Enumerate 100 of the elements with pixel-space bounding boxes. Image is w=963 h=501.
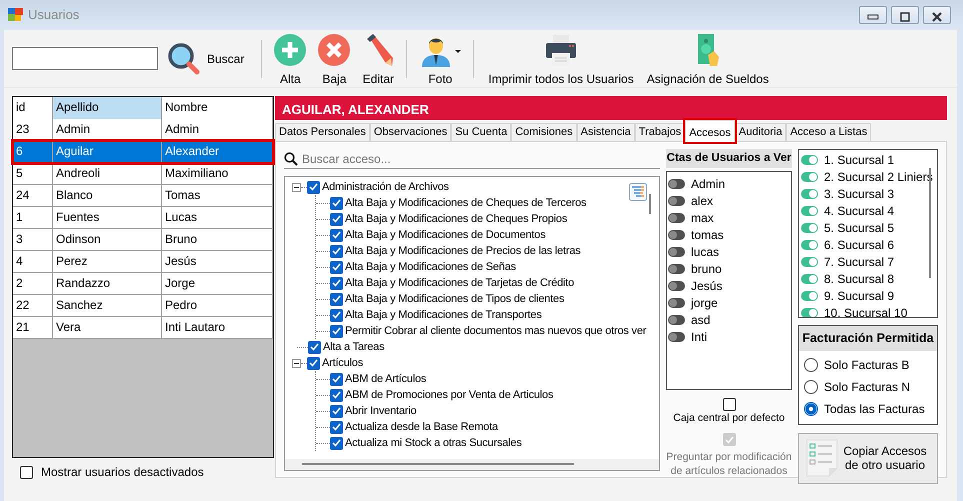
- tree-item[interactable]: Abrir Inventario: [345, 402, 416, 420]
- toggle-switch[interactable]: [668, 178, 685, 189]
- checkbox[interactable]: [308, 340, 321, 354]
- tab[interactable]: Observaciones: [370, 123, 452, 141]
- tree-item[interactable]: Administración de Archivos: [322, 178, 449, 196]
- tab[interactable]: Accesos: [685, 120, 735, 142]
- checkbox[interactable]: [330, 420, 343, 434]
- tab[interactable]: Comisiones: [511, 123, 577, 141]
- table-row[interactable]: 5 Andreoli Maximiliano: [13, 163, 273, 185]
- toggle-switch[interactable]: [668, 246, 685, 257]
- checkbox[interactable]: [722, 398, 736, 412]
- toggle-switch[interactable]: [801, 308, 818, 317]
- access-search-field[interactable]: Buscar acceso...: [302, 150, 642, 168]
- toolbar-button[interactable]: Editar: [356, 32, 400, 86]
- checkbox[interactable]: [20, 466, 33, 478]
- checkbox[interactable]: [330, 388, 343, 402]
- toggle-switch[interactable]: [668, 298, 685, 308]
- toggle-switch[interactable]: [668, 280, 685, 291]
- tree-item[interactable]: Alta Baja y Modificaciones de Tarjetas de Crédito: [345, 274, 574, 292]
- tree-item[interactable]: Artículos: [322, 354, 363, 372]
- table-row[interactable]: 21 Vera Inti Lautaro: [13, 317, 273, 339]
- tree-item[interactable]: ABM de Promociones por Venta de Articulos: [345, 386, 554, 404]
- toolbar-button[interactable]: Imprimir todos los Usuarios: [480, 32, 642, 86]
- toggle-switch[interactable]: [801, 274, 818, 284]
- maximize-button[interactable]: [891, 6, 919, 24]
- radio-button[interactable]: [804, 380, 818, 394]
- tree-item[interactable]: Permitir Cobrar al cliente documentos mas nuevos que otros ver: [345, 322, 646, 340]
- table-row[interactable]: 1 Fuentes Lucas: [13, 207, 273, 229]
- column-header[interactable]: Nombre: [162, 97, 273, 120]
- checkbox[interactable]: [330, 244, 343, 258]
- horizontal-scrollbar[interactable]: [302, 463, 574, 465]
- checkbox[interactable]: [330, 260, 343, 274]
- radio-button[interactable]: [804, 358, 818, 372]
- checkbox[interactable]: [330, 292, 343, 306]
- tree-item[interactable]: ABM de Artículos: [345, 370, 426, 388]
- tree-item[interactable]: Alta a Tareas: [323, 338, 384, 356]
- toggle-switch[interactable]: [668, 332, 685, 342]
- tree-item[interactable]: Alta Baja y Modificaciones de Señas: [345, 258, 516, 276]
- search-button[interactable]: Buscar: [162, 42, 250, 76]
- tab[interactable]: Acceso a Listas: [786, 123, 872, 141]
- tree-item[interactable]: Alta Baja y Modificaciones de Precios de las letras: [345, 242, 581, 260]
- table-row[interactable]: 24 Blanco Tomas: [13, 185, 273, 207]
- radio-button[interactable]: [804, 402, 818, 416]
- collapse-toggle[interactable]: [292, 182, 301, 192]
- checkbox[interactable]: [330, 404, 343, 418]
- checkbox[interactable]: [330, 436, 343, 450]
- toggle-switch[interactable]: [801, 188, 818, 198]
- column-header[interactable]: Apellido: [53, 97, 162, 120]
- toggle-switch[interactable]: [668, 264, 685, 274]
- table-row[interactable]: 6 Aguilar Alexander: [13, 141, 273, 163]
- close-button[interactable]: [923, 6, 951, 24]
- checkbox[interactable]: [330, 228, 343, 242]
- toggle-switch[interactable]: [668, 212, 685, 223]
- tab[interactable]: Asistencia: [576, 123, 635, 141]
- vertical-scrollbar[interactable]: [649, 194, 651, 214]
- tree-item[interactable]: Alta Baja y Modificaciones de Documentos: [345, 226, 546, 244]
- checkbox[interactable]: [330, 308, 343, 322]
- toolbar-button[interactable]: Foto: [413, 32, 468, 86]
- checkbox[interactable]: [330, 324, 343, 338]
- tree-item[interactable]: Alta Baja y Modificaciones de Cheques Propios: [345, 210, 568, 228]
- checkbox[interactable]: [330, 212, 343, 226]
- toggle-switch[interactable]: [801, 206, 818, 216]
- tab[interactable]: Datos Personales: [275, 123, 370, 141]
- vertical-scrollbar[interactable]: [929, 168, 931, 278]
- checkbox[interactable]: [307, 356, 320, 370]
- toggle-switch[interactable]: [801, 256, 818, 266]
- tree-item[interactable]: Actualiza mi Stock a otras Sucursales: [345, 434, 522, 452]
- tree-item[interactable]: Alta Baja y Modificaciones de Transportes: [345, 306, 542, 324]
- toggle-switch[interactable]: [801, 290, 818, 300]
- tree-item[interactable]: Actualiza desde la Base Remota: [345, 418, 498, 436]
- tab[interactable]: Trabajos: [634, 123, 686, 141]
- minimize-button[interactable]: [859, 6, 887, 24]
- toggle-switch[interactable]: [801, 154, 818, 164]
- checkbox[interactable]: [330, 276, 343, 290]
- tree-item[interactable]: Alta Baja y Modificaciones de Tipos de clientes: [345, 290, 564, 308]
- toggle-switch[interactable]: [668, 314, 685, 325]
- copy-access-button[interactable]: Copiar Accesos de otro usuario: [798, 432, 938, 484]
- column-header[interactable]: id: [13, 97, 53, 120]
- table-row[interactable]: 2 Randazzo Jorge: [13, 273, 273, 295]
- table-row[interactable]: 22 Sanchez Pedro: [13, 295, 273, 317]
- toggle-switch[interactable]: [801, 240, 818, 250]
- checkbox[interactable]: [307, 180, 320, 194]
- table-row[interactable]: 4 Perez Jesús: [13, 251, 273, 273]
- toggle-switch[interactable]: [668, 230, 685, 240]
- toolbar-button[interactable]: Baja: [312, 32, 356, 86]
- tree-item[interactable]: Alta Baja y Modificaciones de Cheques de Terceros: [345, 194, 586, 212]
- tab[interactable]: Su Cuenta: [451, 123, 512, 141]
- toolbar-button[interactable]: Alta: [268, 32, 312, 86]
- collapse-toggle[interactable]: [292, 358, 301, 368]
- checkbox[interactable]: [330, 372, 343, 386]
- toolbar-button[interactable]: Asignación de Sueldos: [642, 32, 774, 86]
- checkbox[interactable]: [330, 196, 343, 210]
- list-tree-icon[interactable]: [629, 183, 647, 201]
- toggle-switch[interactable]: [801, 222, 818, 232]
- table-row[interactable]: 3 Odinson Bruno: [13, 229, 273, 251]
- toggle-switch[interactable]: [668, 196, 685, 206]
- toggle-switch[interactable]: [801, 172, 818, 182]
- table-row[interactable]: 23 Admin Admin: [13, 119, 273, 141]
- tab[interactable]: Auditoria: [734, 123, 786, 141]
- search-field[interactable]: [12, 47, 158, 70]
